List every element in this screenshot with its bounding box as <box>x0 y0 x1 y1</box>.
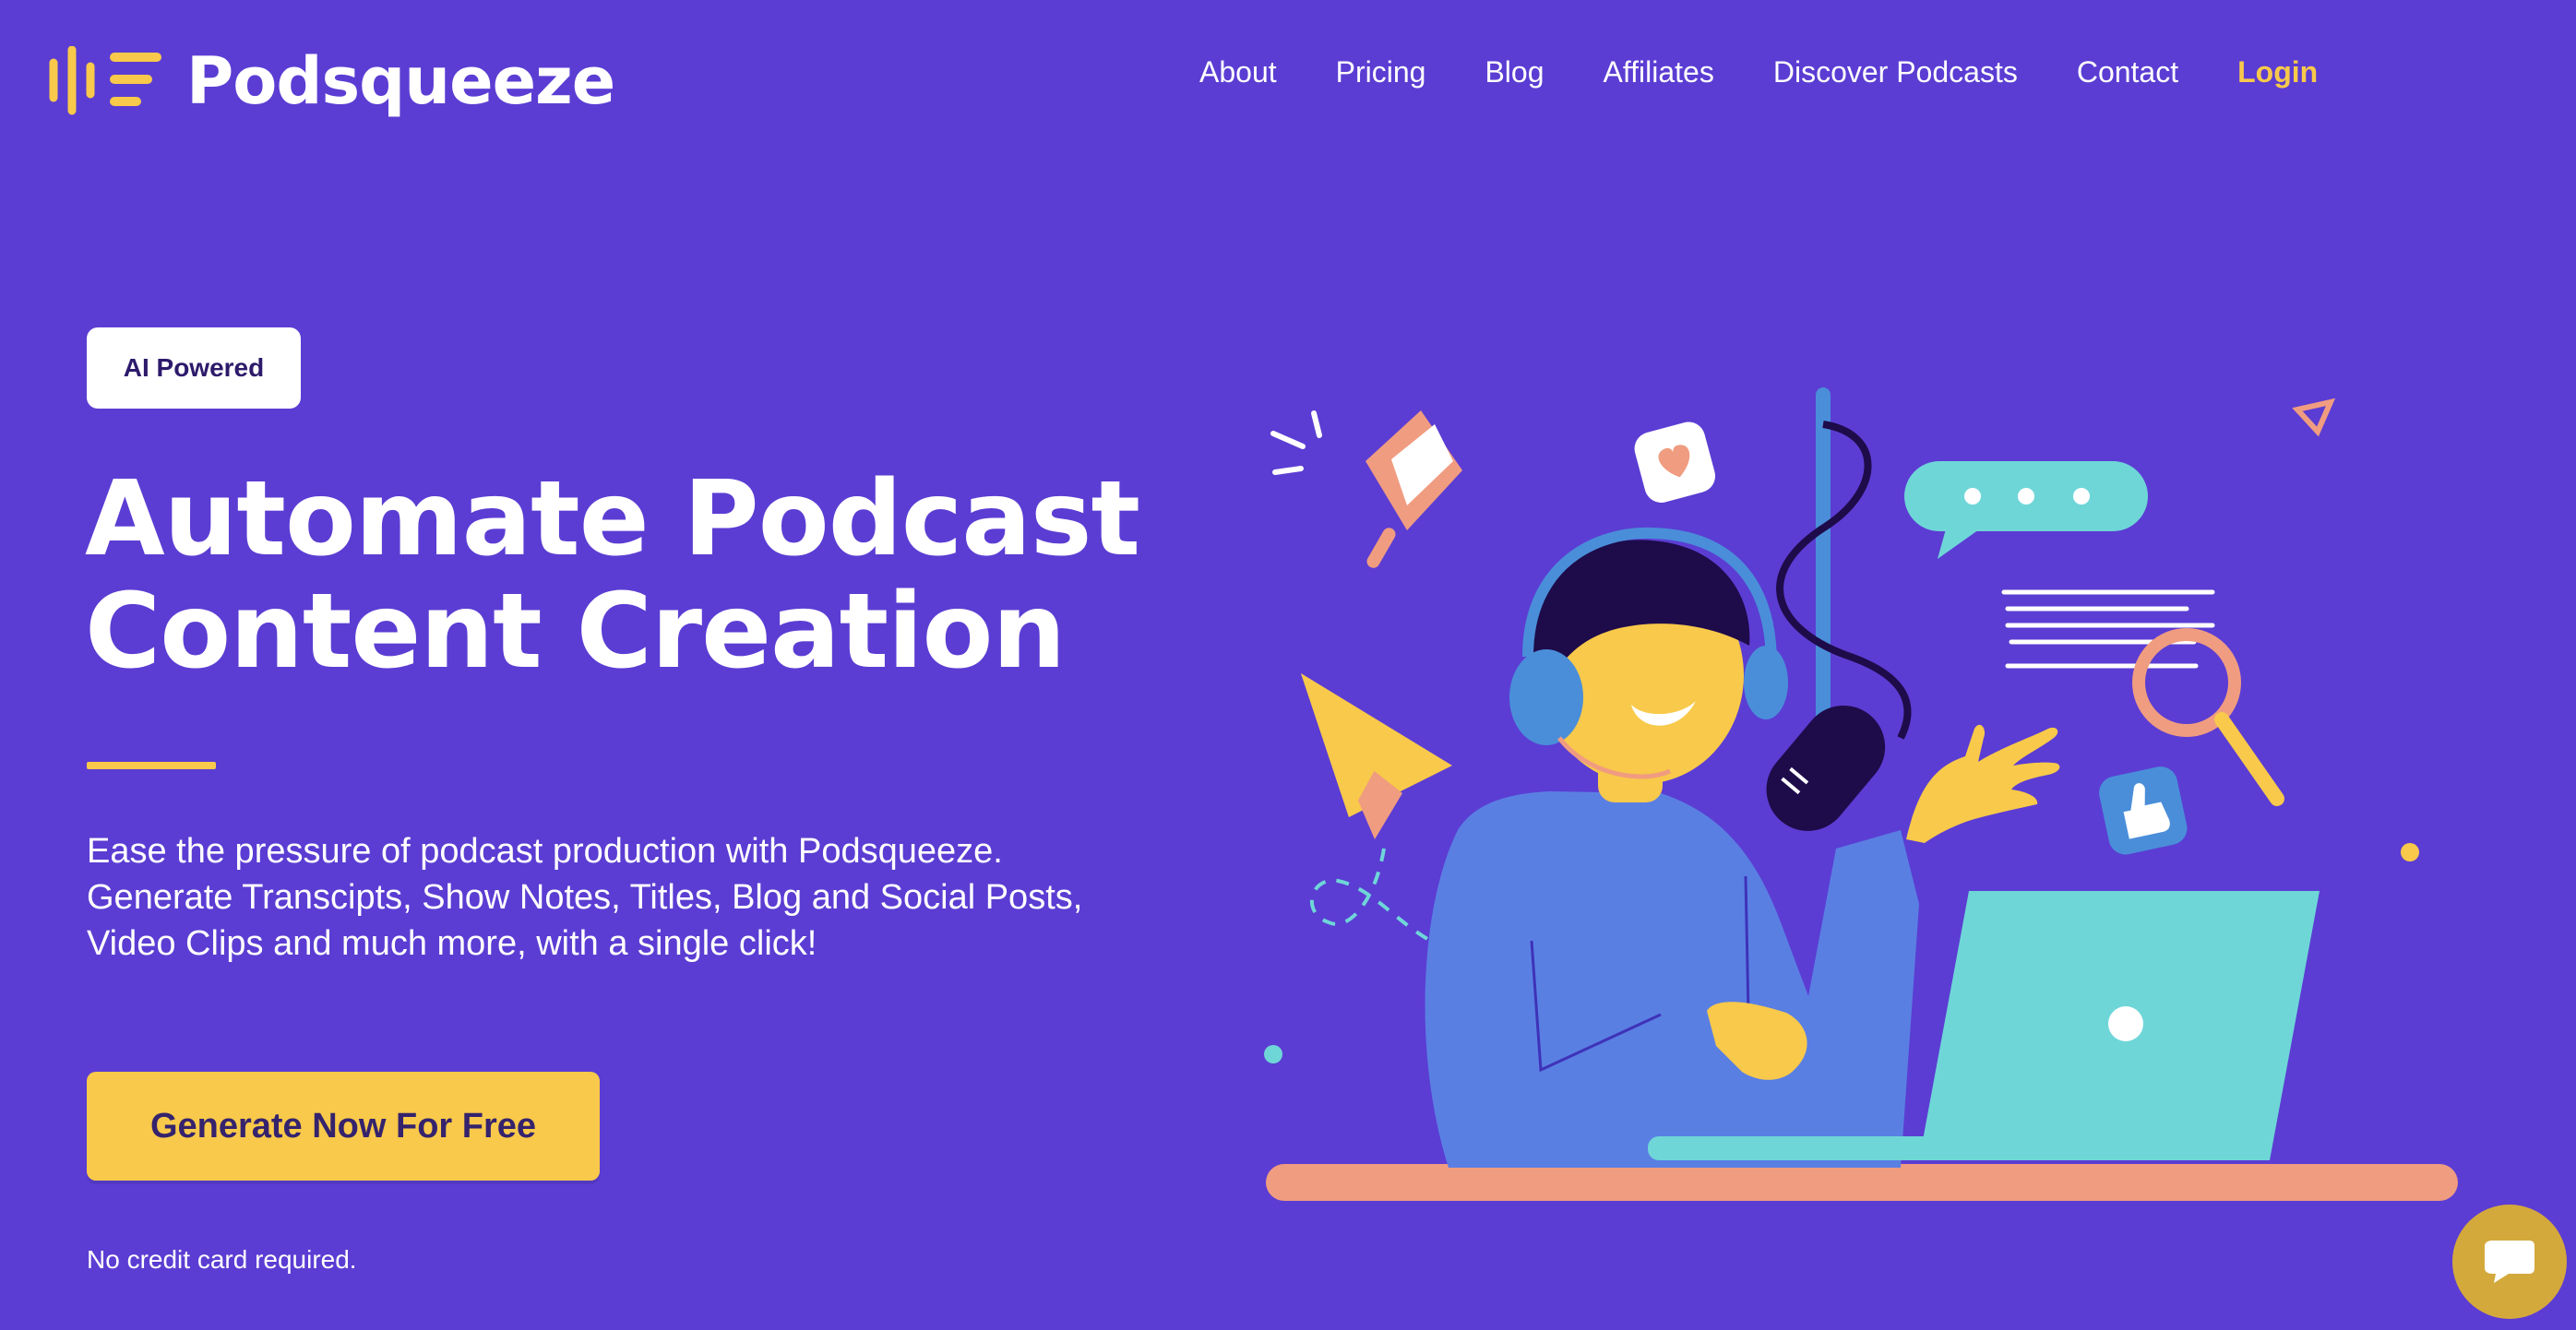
nav-pricing[interactable]: Pricing <box>1336 55 1426 89</box>
main-nav: About Pricing Blog Affiliates Discover P… <box>1199 55 2318 89</box>
waving-hand <box>1906 724 2060 843</box>
generate-now-button[interactable]: Generate Now For Free <box>87 1072 600 1181</box>
nav-login[interactable]: Login <box>2237 55 2318 89</box>
nav-about[interactable]: About <box>1199 55 1277 89</box>
chat-bubble-icon <box>1904 461 2148 559</box>
hero-description-line-3: Video Clips and much more, with a single… <box>87 924 817 963</box>
dot-teal <box>1264 1045 1282 1063</box>
nav-blog[interactable]: Blog <box>1485 55 1544 89</box>
hero-description-line-1: Ease the pressure of podcast production … <box>87 832 1003 871</box>
megaphone-icon <box>1270 410 1462 568</box>
podcaster-illustration <box>1264 387 2458 1201</box>
nav-affiliates[interactable]: Affiliates <box>1603 55 1713 89</box>
no-credit-card-note: No credit card required. <box>87 1245 357 1274</box>
desk-shape <box>1266 1164 2458 1201</box>
soundwave-lines-icon <box>49 46 161 115</box>
headphone-left <box>1509 649 1583 745</box>
headphone-right <box>1744 646 1788 719</box>
dot-yellow <box>2401 843 2419 861</box>
nav-contact[interactable]: Contact <box>2077 55 2178 89</box>
brand-logo[interactable]: Podsqueeze <box>48 43 615 119</box>
hero-description-line-2: Generate Transcipts, Show Notes, Titles,… <box>87 878 1083 917</box>
brand-name: Podsqueeze <box>186 43 615 119</box>
hero-headline-line-1: Automate Podcast <box>85 459 1140 579</box>
hero-headline: Automate Podcast Content Creation <box>85 459 1140 692</box>
mic-cable <box>1776 421 1912 740</box>
chat-icon <box>2485 1241 2534 1283</box>
hero-description: Ease the pressure of podcast production … <box>87 828 1194 967</box>
hero-headline-line-2: Content Creation <box>85 572 1066 692</box>
nav-discover-podcasts[interactable]: Discover Podcasts <box>1773 55 2018 89</box>
laptop-base <box>1648 1136 2035 1160</box>
ai-powered-badge: AI Powered <box>87 327 301 409</box>
person-body <box>1425 791 1919 1168</box>
laptop-logo <box>2108 1006 2143 1041</box>
paper-plane-icon <box>1301 673 1452 839</box>
triangle-icon <box>2292 398 2336 437</box>
headline-divider <box>87 762 216 769</box>
heart-icon <box>1634 422 1716 503</box>
thumbs-up-icon <box>2099 766 2188 855</box>
chat-widget-button[interactable] <box>2452 1205 2567 1319</box>
